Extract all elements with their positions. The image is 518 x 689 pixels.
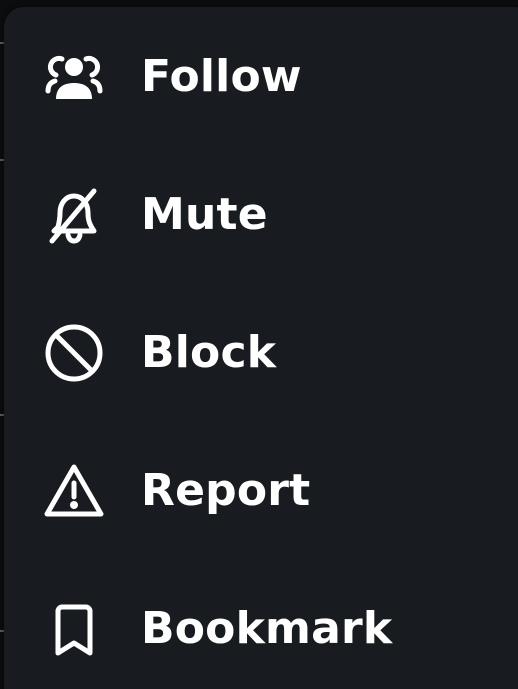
menu-item-label: Block xyxy=(141,327,277,378)
menu-item-follow[interactable]: Follow xyxy=(4,8,518,146)
menu-item-block[interactable]: Block xyxy=(4,284,518,422)
menu-item-label: Report xyxy=(141,465,311,516)
menu-item-bookmark[interactable]: Bookmark xyxy=(4,560,518,689)
menu-item-mute[interactable]: Mute xyxy=(4,146,518,284)
menu-item-label: Bookmark xyxy=(141,603,393,654)
context-menu: Follow Mute Block Report Bookmark xyxy=(4,7,518,689)
bell-off-icon xyxy=(42,183,106,247)
users-icon xyxy=(42,45,106,109)
warning-icon xyxy=(42,459,106,523)
block-icon xyxy=(42,321,106,385)
menu-item-report[interactable]: Report xyxy=(4,422,518,560)
menu-item-label: Mute xyxy=(141,189,268,240)
menu-item-label: Follow xyxy=(141,51,302,102)
bookmark-icon xyxy=(42,597,106,661)
